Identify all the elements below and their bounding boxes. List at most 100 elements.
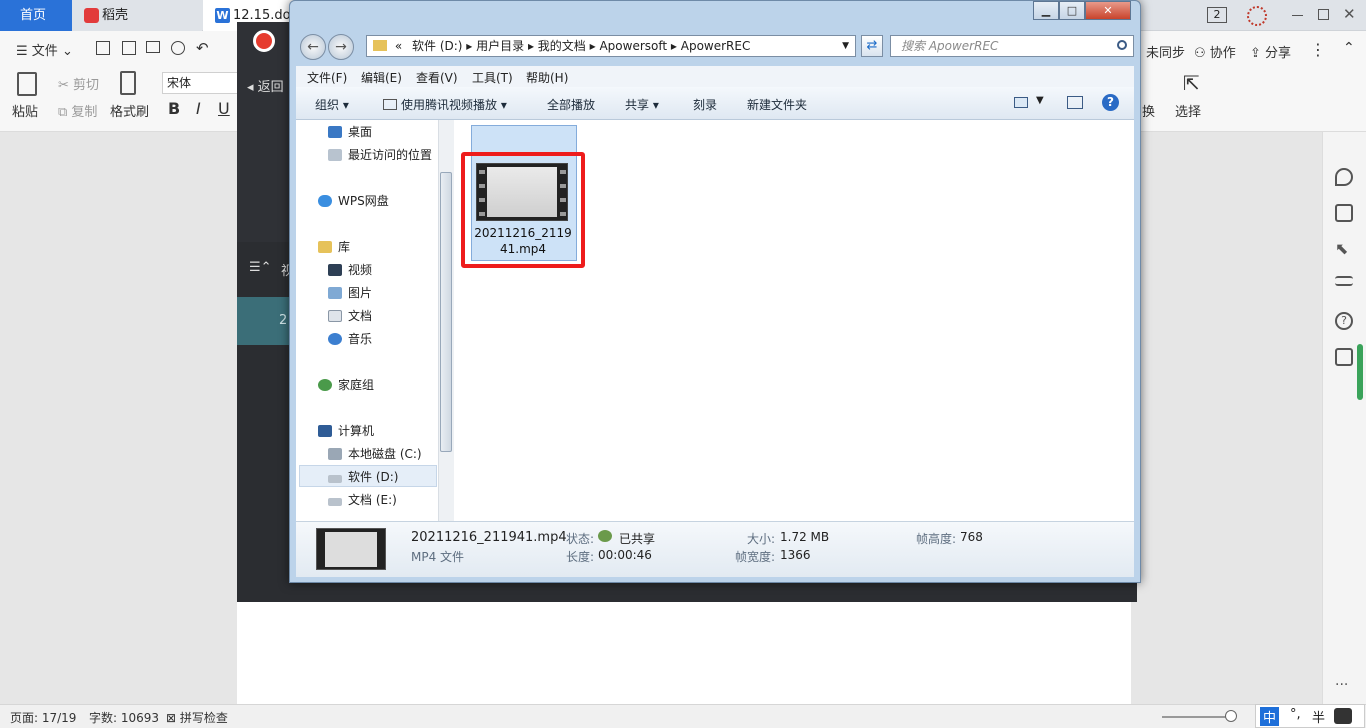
nav-computer[interactable]: 计算机	[318, 422, 374, 439]
crumb-user-dir[interactable]: 用户目录	[476, 39, 524, 53]
select-button[interactable]: 选择	[1175, 101, 1201, 120]
ime-chinese-toggle[interactable]: 中	[1260, 707, 1280, 726]
zoom-slider[interactable]	[1162, 716, 1232, 718]
format-painter-button[interactable]: 格式刷	[110, 101, 149, 120]
menu-help[interactable]: 帮助(H)	[526, 69, 568, 86]
export-icon[interactable]	[122, 41, 136, 55]
nav-drive-c[interactable]: 本地磁盘 (C:)	[328, 445, 422, 462]
bold-button[interactable]: B	[168, 99, 180, 118]
close-icon[interactable]: ✕	[1343, 5, 1356, 23]
scrollbar-thumb[interactable]	[1357, 344, 1363, 400]
file-menu-button[interactable]: ☰ 文件 ⌄	[16, 40, 73, 59]
address-overflow[interactable]: «	[395, 39, 402, 53]
zoom-slider-handle[interactable]	[1225, 710, 1237, 722]
share-button[interactable]: ⇪ 分享	[1250, 42, 1291, 61]
forward-arrow-button[interactable]: →	[328, 34, 354, 60]
nav-scrollbar-thumb[interactable]	[440, 172, 452, 452]
nav-library[interactable]: 库	[318, 238, 350, 255]
nav-wps-cloud[interactable]: WPS网盘	[318, 192, 389, 209]
ime-toolbar[interactable]: 中 °, 半	[1255, 704, 1365, 728]
avatar[interactable]	[1247, 6, 1267, 26]
sliders-icon[interactable]	[1335, 276, 1353, 286]
menu-tools[interactable]: 工具(T)	[472, 69, 513, 86]
address-dropdown-icon[interactable]: ▼	[842, 36, 849, 56]
help-icon[interactable]: ?	[1335, 312, 1353, 330]
font-name-select[interactable]: 宋体	[162, 72, 238, 94]
nav-drive-e[interactable]: 文档 (E:)	[328, 491, 397, 508]
refresh-button[interactable]: ⇄	[861, 35, 883, 57]
search-icon[interactable]	[1117, 40, 1127, 50]
recording-list-row[interactable]: 2	[237, 297, 297, 345]
rocket-icon[interactable]	[1335, 168, 1353, 186]
view-dropdown-icon[interactable]: ▼	[1036, 95, 1044, 106]
word-count[interactable]: 字数: 10693	[89, 709, 159, 726]
minimize-button[interactable]: ▁	[1033, 1, 1059, 20]
burn-button[interactable]: 刻录	[693, 96, 717, 113]
ime-punct-toggle[interactable]: °,	[1290, 707, 1301, 722]
preview-icon[interactable]	[171, 41, 185, 55]
play-all-button[interactable]: 全部播放	[547, 96, 595, 113]
shared-users-icon	[598, 530, 612, 542]
crumb-apowersoft[interactable]: Apowersoft	[599, 39, 667, 53]
play-with-button[interactable]: 使用腾讯视频播放 ▾	[383, 96, 507, 113]
italic-button[interactable]: I	[196, 99, 201, 118]
tab-home[interactable]: 首页	[0, 0, 72, 31]
print-icon[interactable]	[146, 41, 160, 53]
spell-check-button[interactable]: ⊠ 拼写检查	[166, 709, 228, 726]
menu-view[interactable]: 查看(V)	[416, 69, 458, 86]
paste-button[interactable]: 粘贴	[12, 101, 38, 120]
underline-button[interactable]: U	[218, 99, 230, 118]
organize-button[interactable]: 组织 ▾	[315, 96, 349, 113]
library-icon	[318, 241, 332, 253]
address-bar[interactable]: « 软件 (D:) ▸ 用户目录 ▸ 我的文档 ▸ Apowersoft ▸ A…	[366, 35, 856, 57]
close-button[interactable]: ✕	[1085, 1, 1131, 20]
copy-button[interactable]: ⧉ 复制	[58, 101, 97, 120]
nav-music[interactable]: 音乐	[328, 330, 372, 347]
minimize-icon[interactable]	[1292, 15, 1303, 16]
details-state-value: 已共享	[619, 532, 656, 546]
menu-file[interactable]: 文件(F)	[307, 69, 347, 86]
window-count-badge[interactable]: 2	[1207, 7, 1227, 23]
cut-button[interactable]: ✂ 剪切	[58, 74, 99, 93]
crumb-drive-d[interactable]: 软件 (D:)	[412, 39, 462, 53]
nav-recent[interactable]: 最近访问的位置	[328, 146, 432, 163]
share-file-icon[interactable]	[1335, 348, 1353, 366]
more-tools-icon[interactable]: ···	[1335, 677, 1348, 693]
new-folder-button[interactable]: 新建文件夹	[747, 96, 807, 113]
view-options-icon[interactable]	[1014, 97, 1028, 108]
apowerrec-list-header: ☰⌃ 视	[237, 242, 297, 297]
preview-pane-icon[interactable]	[1067, 96, 1083, 109]
ime-skin-icon[interactable]	[1334, 708, 1352, 724]
list-view-icon[interactable]: ☰⌃	[249, 260, 272, 275]
crumb-my-docs[interactable]: 我的文档	[538, 39, 586, 53]
back-button[interactable]: ◂ 返回	[247, 76, 284, 95]
more-icon[interactable]: ⋮	[1310, 40, 1326, 59]
tab-daoke[interactable]: 稻壳	[72, 0, 202, 31]
nav-drive-d[interactable]: 软件 (D:)	[328, 468, 398, 485]
back-arrow-button[interactable]: ←	[300, 34, 326, 60]
nav-library-label: 库	[338, 240, 351, 254]
undo-icon[interactable]: ↶	[196, 39, 209, 57]
replace-button[interactable]: 换	[1142, 101, 1155, 120]
share-menu-button[interactable]: 共享 ▾	[625, 96, 659, 113]
nav-homegroup[interactable]: 家庭组	[318, 376, 374, 393]
menu-edit[interactable]: 编辑(E)	[361, 69, 402, 86]
details-size-value: 1.72 MB	[780, 530, 830, 544]
collab-button[interactable]: ⚇ 协作	[1194, 42, 1236, 61]
collapse-ribbon-icon[interactable]: ⌃	[1343, 40, 1355, 56]
nav-pictures[interactable]: 图片	[328, 284, 372, 301]
help-icon[interactable]: ?	[1102, 94, 1119, 111]
ime-halfwidth-toggle[interactable]: 半	[1312, 707, 1325, 726]
nav-videos[interactable]: 视频	[328, 261, 372, 278]
nav-documents[interactable]: 文档	[328, 307, 372, 324]
maximize-button[interactable]: □	[1059, 1, 1085, 20]
pen-icon[interactable]	[1335, 204, 1353, 222]
save-icon[interactable]	[96, 41, 110, 55]
restore-icon[interactable]	[1318, 9, 1329, 20]
nav-desktop[interactable]: 桌面	[328, 123, 372, 140]
cursor-icon[interactable]: ⬉	[1335, 240, 1353, 258]
page-indicator[interactable]: 页面: 17/19	[10, 709, 76, 726]
sync-status[interactable]: 未同步	[1146, 42, 1185, 61]
search-input[interactable]: 搜索 ApowerREC	[890, 35, 1134, 57]
crumb-apowerrec[interactable]: ApowerREC	[681, 39, 751, 53]
